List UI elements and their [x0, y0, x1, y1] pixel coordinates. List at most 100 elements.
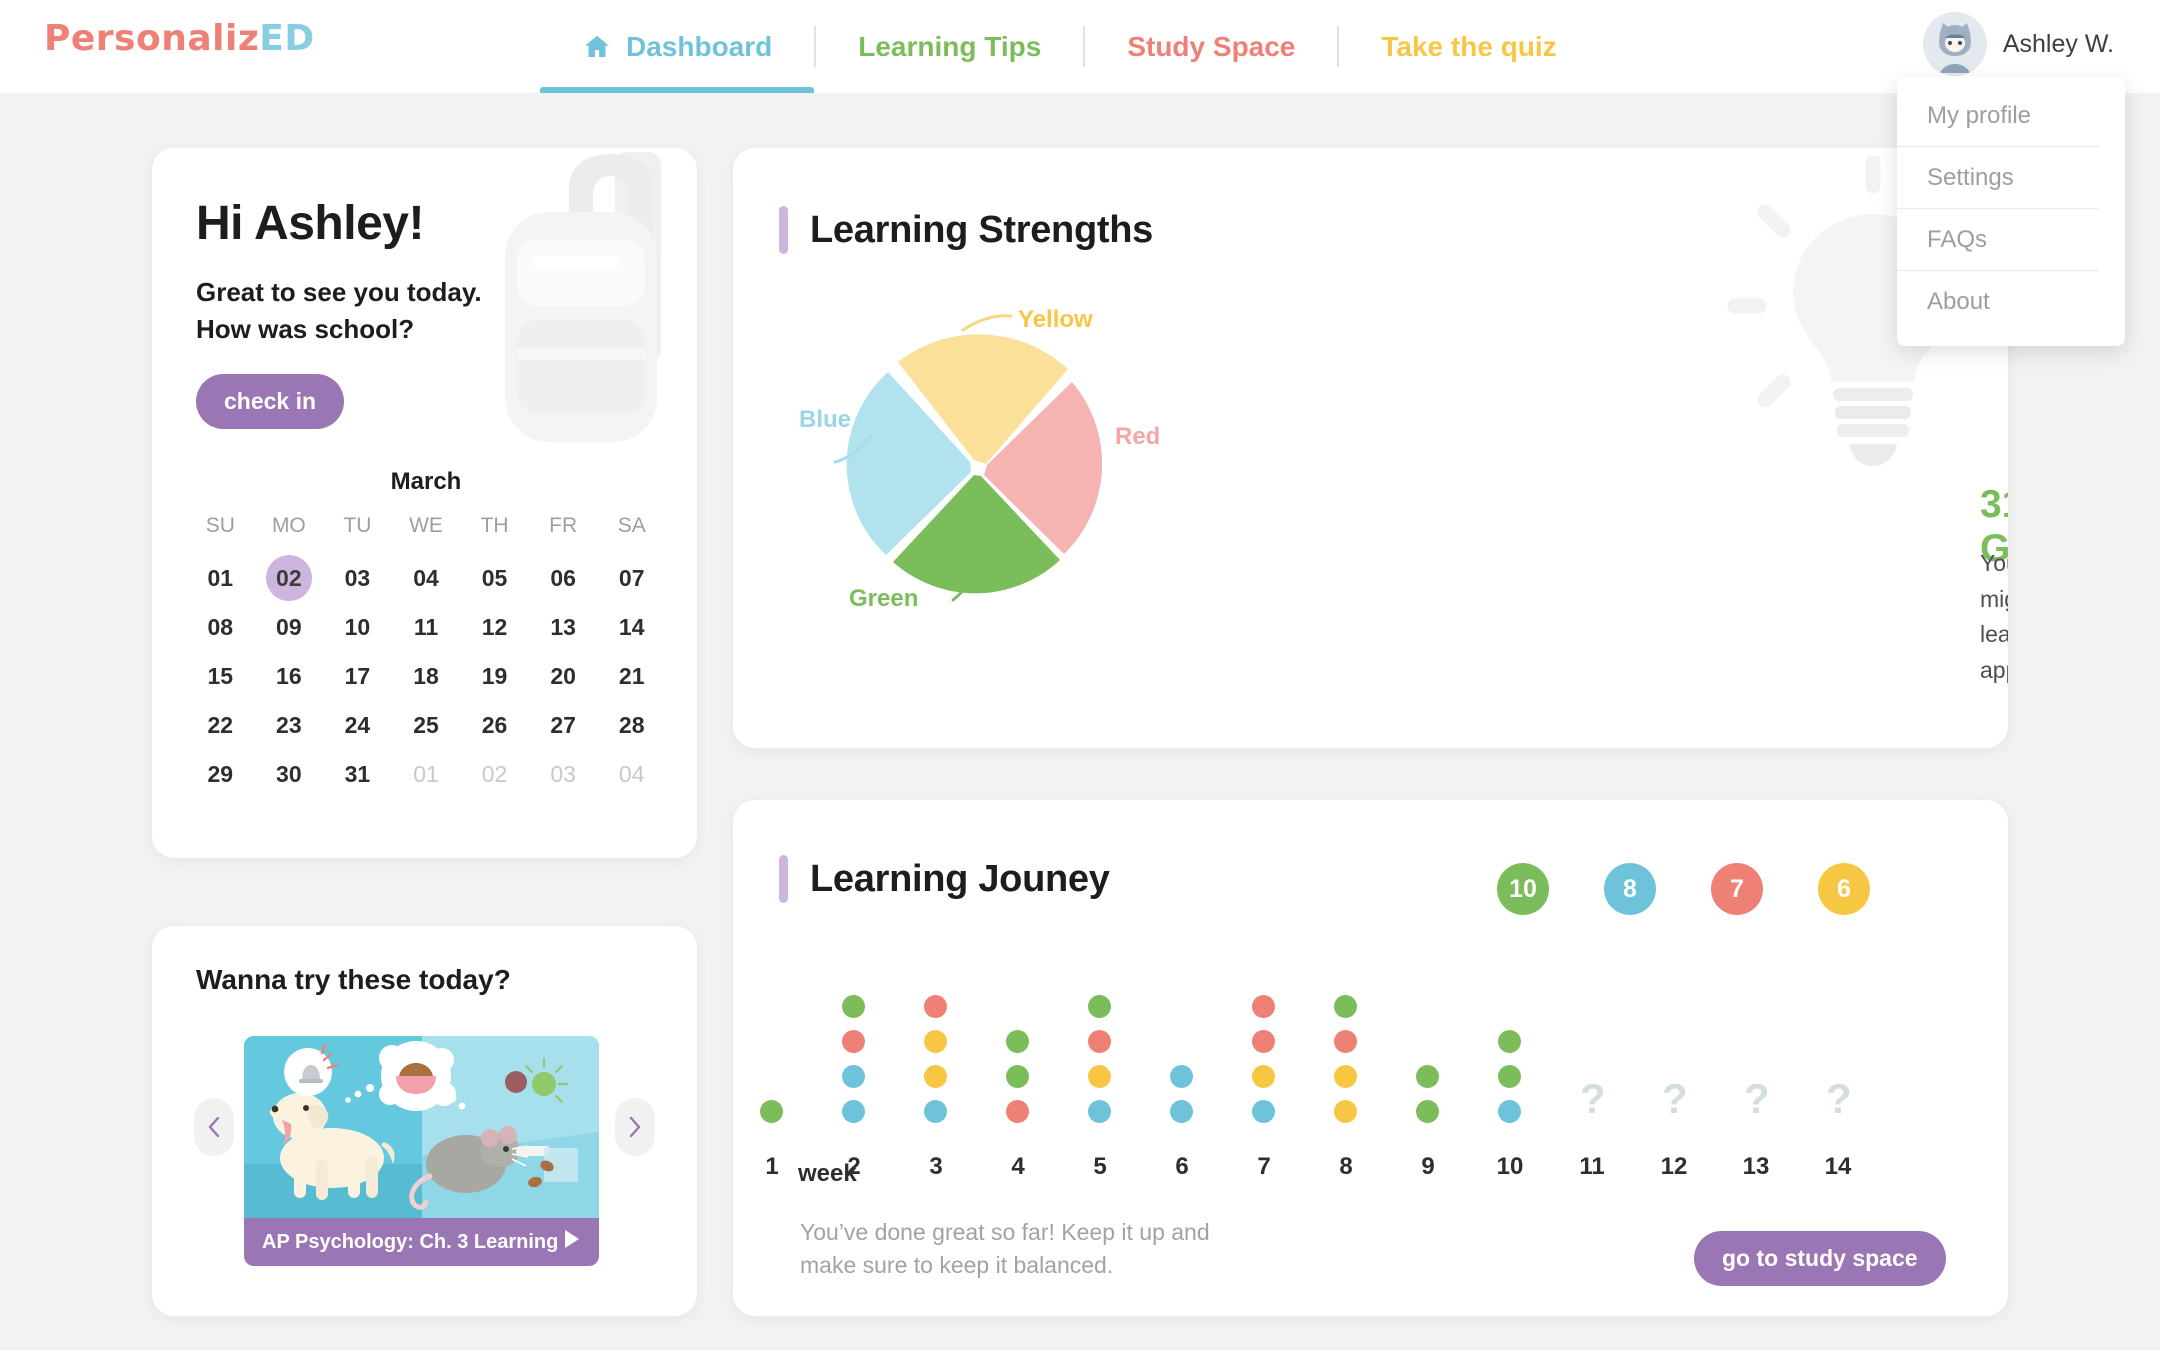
app-logo[interactable]: PersonalizED [44, 18, 315, 59]
nav-label-dashboard: Dashboard [626, 30, 773, 62]
journey-total-badge: 7 [1711, 863, 1763, 915]
calendar-day[interactable]: 15 [186, 652, 255, 701]
calendar-dow-fr: FR [549, 514, 578, 537]
calendar-day[interactable]: 18 [392, 652, 461, 701]
title-accent-bar [779, 206, 788, 254]
journey-total-badge: 10 [1497, 863, 1549, 915]
journey-week-label: 9 [1421, 1153, 1435, 1180]
journey-dot [1416, 1100, 1439, 1123]
calendar-day[interactable]: 08 [186, 603, 255, 652]
journey-dot [1252, 1065, 1275, 1088]
calendar-day[interactable]: 31 [323, 750, 392, 799]
calendar-day[interactable]: 04 [597, 750, 666, 799]
journey-dot [1334, 1030, 1357, 1053]
nav-item-study-space[interactable]: Study Space [1085, 0, 1337, 93]
journey-dot [924, 1030, 947, 1053]
calendar-dow-tu: TU [343, 514, 372, 537]
journey-dot [760, 1100, 783, 1123]
carousel-prev-button[interactable] [194, 1098, 234, 1156]
nav-item-take-the-quiz[interactable]: Take the quiz [1339, 0, 1598, 93]
lesson-title: AP Psychology: Ch. 3 Learning [262, 1230, 559, 1253]
calendar-day[interactable]: 01 [392, 750, 461, 799]
calendar-day[interactable]: 29 [186, 750, 255, 799]
calendar-day[interactable]: 24 [323, 701, 392, 750]
calendar-day[interactable]: 16 [255, 652, 324, 701]
journey-title-block: Learning Jouney [779, 855, 1110, 903]
journey-total-badge: 8 [1604, 863, 1656, 915]
journey-dot [1006, 1100, 1029, 1123]
journey-dot [1006, 1030, 1029, 1053]
nav-item-dashboard[interactable]: Dashboard [540, 0, 815, 93]
journey-week-column [1252, 973, 1275, 1123]
journey-week-label: 6 [1175, 1153, 1189, 1180]
calendar-day[interactable]: 27 [529, 701, 598, 750]
home-icon [582, 32, 612, 62]
calendar-day[interactable]: 17 [323, 652, 392, 701]
calendar-day[interactable]: 09 [255, 603, 324, 652]
journey-week-label: 12 [1660, 1153, 1688, 1180]
calendar-day[interactable]: 01 [186, 554, 255, 603]
journey-unknown-marker: ? [1580, 1075, 1606, 1122]
strengths-title-block: Learning Strengths [779, 206, 1153, 254]
calendar-day[interactable]: 22 [186, 701, 255, 750]
journey-dot [1088, 1100, 1111, 1123]
menu-item-settings[interactable]: Settings [1897, 147, 2099, 209]
logo-part-two: ED [259, 18, 315, 59]
calendar-day[interactable]: 10 [323, 603, 392, 652]
menu-item-my-profile[interactable]: My profile [1897, 85, 2099, 147]
calendar-day[interactable]: 28 [597, 701, 666, 750]
calendar-day[interactable]: 07 [597, 554, 666, 603]
journey-week-label: 13 [1742, 1153, 1770, 1180]
journey-week-column: ? [1662, 973, 1688, 1123]
calendar-day[interactable]: 19 [460, 652, 529, 701]
calendar-day[interactable]: 06 [529, 554, 598, 603]
calendar-day[interactable]: 25 [392, 701, 461, 750]
journey-dot [1006, 1065, 1029, 1088]
calendar-day[interactable]: 03 [323, 554, 392, 603]
calendar-dow-mo: MO [271, 514, 306, 537]
lesson-caption-bar[interactable]: AP Psychology: Ch. 3 Learning [244, 1218, 599, 1266]
calendar-day[interactable]: 23 [255, 701, 324, 750]
journey-unknown-marker: ? [1662, 1075, 1688, 1122]
strength-description: You are strong at Green learning skills.… [1980, 550, 2008, 683]
go-to-study-space-button[interactable]: go to study space [1694, 1231, 1946, 1286]
nav-label-take-the-quiz: Take the quiz [1381, 30, 1557, 62]
nav-item-learning-tips[interactable]: Learning Tips [816, 0, 1083, 93]
logo-part-one: Personaliz [44, 18, 260, 59]
calendar-month-label: March [390, 468, 462, 495]
calendar-day[interactable]: 03 [529, 750, 598, 799]
calendar-dow-we: WE [409, 514, 443, 537]
calendar-grid: SU MO TU WE TH FR SA 01 02 03 04 05 06 07 08 09 10 11 12 13… [186, 514, 666, 799]
journey-week-label: 14 [1824, 1153, 1852, 1180]
journey-dot [1416, 1065, 1439, 1088]
check-in-button[interactable]: check in [196, 374, 345, 429]
calendar: March SU MO TU WE TH FR SA 01 02 03 04 05 06 07 08 09 10… [186, 468, 666, 799]
menu-item-faqs[interactable]: FAQs [1897, 209, 2099, 271]
calendar-day[interactable]: 30 [255, 750, 324, 799]
calendar-day[interactable]: 12 [460, 603, 529, 652]
calendar-day[interactable]: 04 [392, 554, 461, 603]
calendar-day[interactable]: 26 [460, 701, 529, 750]
nav-label-study-space: Study Space [1127, 30, 1296, 62]
calendar-day[interactable]: 20 [529, 652, 598, 701]
calendar-dow-sa: SA [617, 514, 646, 537]
journey-week-column [1416, 973, 1439, 1123]
user-menu-trigger[interactable]: Ashley W. [1922, 12, 2114, 76]
journey-unknown-marker: ? [1744, 1075, 1770, 1122]
journey-dot [1088, 1065, 1111, 1088]
journey-color-totals: 10 8 7 6 [1497, 863, 1870, 915]
calendar-dow-su: SU [205, 514, 235, 537]
calendar-day[interactable]: 14 [597, 603, 666, 652]
calendar-day[interactable]: 13 [529, 603, 598, 652]
calendar-day[interactable]: 11 [392, 603, 461, 652]
carousel-next-button[interactable] [615, 1098, 655, 1156]
top-navigation-bar: PersonalizED Dashboard Learning Tips Stu… [0, 0, 2160, 93]
journey-dot [1088, 1030, 1111, 1053]
calendar-day[interactable]: 21 [597, 652, 666, 701]
menu-item-about[interactable]: About [1897, 271, 2099, 332]
calendar-day[interactable]: 02 [460, 750, 529, 799]
journey-dot [1252, 995, 1275, 1018]
lesson-thumbnail[interactable] [244, 1036, 599, 1218]
calendar-day[interactable]: 05 [460, 554, 529, 603]
calendar-day-selected[interactable]: 02 [255, 554, 324, 603]
